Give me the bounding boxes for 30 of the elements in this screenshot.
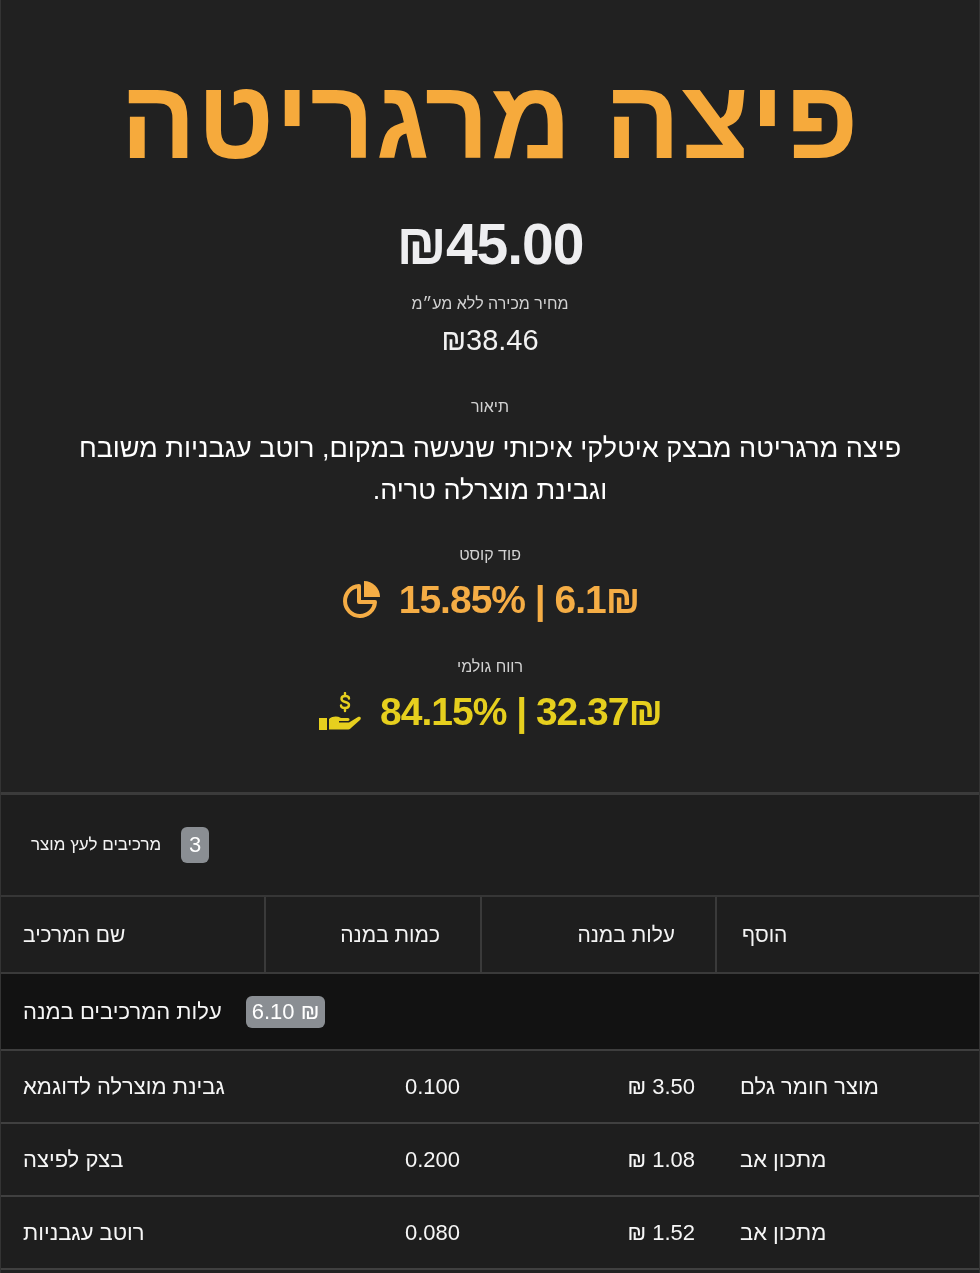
product-title: פיצה מרגריטה: [120, 64, 860, 176]
count-badge: 3: [181, 827, 210, 863]
description-label: תיאור: [471, 397, 509, 417]
column-header: כמות במנה: [264, 897, 480, 972]
summary-label: עלות המרכיבים במנה: [23, 998, 222, 1025]
net-price-label: מחיר מכירה ללא מע״מ: [411, 294, 569, 314]
table-cell: 1.08 ₪: [627, 1146, 695, 1173]
price: ₪45.00: [396, 214, 584, 274]
net-price: ₪38.46: [441, 324, 539, 356]
metric-value: 84.15% | 32.37₪: [380, 689, 662, 735]
table-cell: 0.200: [404, 1146, 460, 1173]
table-cell: מוצר חומר גלם: [740, 1073, 879, 1100]
column-header: שם המרכיב: [22, 921, 127, 948]
table-cell: מתכון אב: [740, 1146, 827, 1173]
table-cell: מתכון אב: [740, 1219, 827, 1246]
metric-label: רווח גולמי: [456, 657, 524, 677]
column-header: עלות במנה: [480, 897, 715, 972]
metric-value: 15.85% | 6.1₪: [398, 577, 640, 623]
metric-label: פוד קוסט: [459, 545, 521, 565]
summary-value-badge: 6.10 ₪: [245, 995, 326, 1028]
table-cell: 1.52 ₪: [627, 1219, 695, 1246]
table-cell: בצק לפיצה: [23, 1146, 124, 1173]
ingredients-title: מרכיבים לעץ מוצר: [31, 835, 162, 855]
table-cell: 0.080: [404, 1219, 460, 1246]
table-cell: רוטב עגבניות: [23, 1219, 145, 1246]
column-header: הוסף: [715, 897, 979, 972]
table-cell: גבינת מוצרלה לדוגמא: [23, 1073, 225, 1100]
description-text: פיצה מרגריטה מבצק איטלקי איכותי שנעשה במקום, רוטב עגבניות משובח וגבינת מוצרלה טריה.: [77, 432, 903, 507]
table-cell: 3.50 ₪: [627, 1073, 695, 1100]
table-cell: 0.100: [404, 1073, 460, 1100]
